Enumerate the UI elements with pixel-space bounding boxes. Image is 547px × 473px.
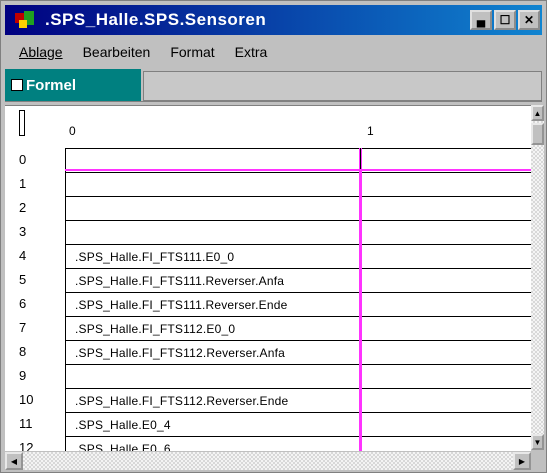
row-divider — [65, 412, 531, 413]
row-number: 0 — [19, 152, 27, 167]
row-number: 7 — [19, 320, 27, 335]
sensor-entry[interactable]: .SPS_Halle.FI_FTS111.Reverser.Ende — [75, 298, 287, 312]
row-divider — [65, 340, 531, 341]
row-number: 12 — [19, 440, 34, 451]
menu-bar: Ablage Bearbeiten Format Extra — [5, 39, 542, 65]
column-label-1: 1 — [367, 124, 374, 138]
row-number: 6 — [19, 296, 27, 311]
column-cursor-line — [359, 148, 362, 451]
app-icon[interactable] — [15, 11, 39, 29]
row-divider — [65, 196, 531, 197]
row-number: 4 — [19, 248, 27, 263]
minimize-button[interactable]: ▄ — [470, 10, 492, 30]
tab-formel-label: Formel — [26, 76, 77, 94]
row-number: 2 — [19, 200, 27, 215]
sensor-entry[interactable]: .SPS_Halle.FI_FTS111.E0_0 — [75, 250, 234, 264]
tab-bar-empty-area — [143, 71, 542, 101]
tab-formel[interactable]: Formel — [5, 69, 141, 101]
arrow-right-icon: ▶ — [518, 456, 526, 466]
grid-left-border — [65, 148, 66, 451]
minimize-icon: ▄ — [476, 13, 486, 27]
horizontal-scrollbar[interactable]: ◀ ▶ — [5, 452, 531, 470]
row-number: 1 — [19, 176, 27, 191]
sensor-entry[interactable]: .SPS_Halle.E0_4 — [75, 418, 171, 432]
row-divider — [65, 292, 531, 293]
arrow-left-icon: ◀ — [10, 456, 18, 466]
column-divider — [360, 148, 361, 170]
row-divider — [65, 364, 531, 365]
row-divider — [65, 172, 531, 173]
column-ruler: 0 1 — [5, 106, 531, 144]
row-number: 9 — [19, 368, 27, 383]
row-cursor-line — [65, 169, 531, 171]
window-title: .SPS_Halle.SPS.Sensoren — [45, 10, 267, 29]
scroll-left-button[interactable]: ◀ — [5, 452, 23, 470]
arrow-up-icon: ▲ — [533, 108, 542, 118]
row-divider — [65, 268, 531, 269]
scroll-thumb[interactable] — [531, 123, 544, 145]
maximize-icon: ☐ — [499, 13, 511, 27]
close-icon: ✕ — [523, 13, 535, 27]
row-divider — [65, 388, 531, 389]
menu-bearbeiten[interactable]: Bearbeiten — [83, 44, 151, 60]
sensor-list-area[interactable]: 0 1 0 1 2 3 4 .SPS_Halle.FI_FTS111.E0_0 5 .SPS_… — [5, 105, 531, 451]
arrow-down-icon: ▼ — [533, 437, 542, 447]
row-divider — [65, 316, 531, 317]
menu-format[interactable]: Format — [170, 44, 214, 60]
scroll-down-button[interactable]: ▼ — [531, 434, 544, 450]
row-divider — [65, 436, 531, 437]
sensor-entry[interactable]: .SPS_Halle.FI_FTS112.E0_0 — [75, 322, 235, 336]
vertical-scrollbar[interactable]: ▲ ▼ — [531, 105, 544, 450]
column-label-0: 0 — [69, 124, 76, 138]
menu-ablage[interactable]: Ablage — [19, 44, 63, 60]
row-divider — [65, 148, 531, 149]
tab-bar: Formel — [5, 69, 542, 102]
title-bar[interactable]: .SPS_Halle.SPS.Sensoren ▄ ☐ ✕ — [5, 5, 542, 35]
menu-extra[interactable]: Extra — [235, 44, 268, 60]
row-number: 11 — [19, 416, 33, 431]
sensor-entry[interactable]: .SPS_Halle.E0_6 — [75, 442, 171, 451]
ruler-marker[interactable] — [19, 110, 25, 136]
row-number: 3 — [19, 224, 27, 239]
row-divider — [65, 220, 531, 221]
row-number: 5 — [19, 272, 27, 287]
application-window: .SPS_Halle.SPS.Sensoren ▄ ☐ ✕ Ablage Bea… — [0, 0, 547, 473]
row-number: 10 — [19, 392, 34, 407]
checkbox-icon — [11, 79, 23, 91]
scroll-right-button[interactable]: ▶ — [513, 452, 531, 470]
scroll-up-button[interactable]: ▲ — [531, 105, 544, 121]
sensor-entry[interactable]: .SPS_Halle.FI_FTS111.Reverser.Anfa — [75, 274, 284, 288]
sensor-entry[interactable]: .SPS_Halle.FI_FTS112.Reverser.Anfa — [75, 346, 285, 360]
maximize-button[interactable]: ☐ — [494, 10, 516, 30]
close-button[interactable]: ✕ — [518, 10, 540, 30]
sensor-entry[interactable]: .SPS_Halle.FI_FTS112.Reverser.Ende — [75, 394, 288, 408]
row-number: 8 — [19, 344, 27, 359]
row-divider — [65, 244, 531, 245]
